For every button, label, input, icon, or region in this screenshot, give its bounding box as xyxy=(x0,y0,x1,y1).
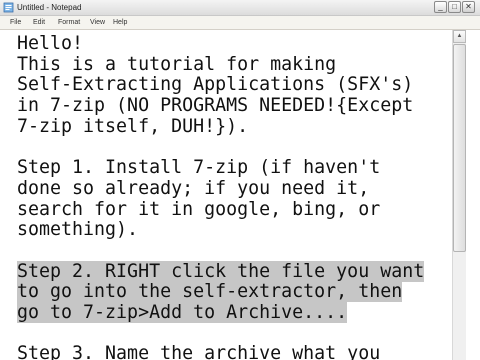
menu-help[interactable]: Help xyxy=(113,17,127,28)
selected-text: Step 2. RIGHT click the file you want xyxy=(17,260,425,282)
text-line[interactable]: go to 7-zip>Add to Archive.... xyxy=(17,301,424,324)
editor-left-margin xyxy=(0,30,14,360)
vertical-scrollbar[interactable]: ▲ xyxy=(452,30,466,360)
scroll-thumb[interactable] xyxy=(453,44,466,252)
selected-text: to go into the self-extractor, then xyxy=(17,281,403,303)
minimize-button[interactable]: _ xyxy=(434,1,447,13)
text-line[interactable]: to go into the self-extractor, then xyxy=(17,281,424,303)
notepad-window: Untitled - Notepad _ □ ✕ File Edit Forma… xyxy=(0,0,480,360)
notepad-icon xyxy=(3,2,14,13)
title-bar[interactable]: Untitled - Notepad _ □ ✕ xyxy=(0,0,480,16)
text-line[interactable]: Step 2. RIGHT click the file you want xyxy=(17,260,425,283)
text-line[interactable] xyxy=(17,241,424,262)
menu-edit[interactable]: Edit xyxy=(33,17,45,28)
text-line[interactable]: Step 3. Name the archive what you xyxy=(17,343,424,360)
text-line[interactable]: in 7-zip (NO PROGRAMS NEEDED!{Except xyxy=(17,95,424,117)
text-line[interactable]: done so already; if you need it, xyxy=(17,177,424,200)
text-line[interactable]: 7-zip itself, DUH!}). xyxy=(17,115,424,138)
line-text: 7-zip itself, DUH!}). xyxy=(17,115,249,137)
text-editor[interactable]: Hello! This is a tutorial for making Self-… xyxy=(14,30,452,360)
text-line[interactable]: This is a tutorial for making xyxy=(17,53,424,76)
line-text: This is a tutorial for making xyxy=(17,53,337,75)
line-text: something). xyxy=(17,219,139,241)
line-text: done so already; if you need it, xyxy=(17,177,370,199)
document-text[interactable]: Hello! This is a tutorial for making Self-… xyxy=(17,33,425,360)
window-title: Untitled - Notepad xyxy=(17,3,82,12)
close-icon: ✕ xyxy=(465,2,472,11)
text-line[interactable]: Self-Extracting Applications (SFX's) xyxy=(17,75,424,96)
text-line[interactable]: Hello! xyxy=(17,33,424,55)
line-text: Step 3. Name the archive what you xyxy=(17,343,381,360)
text-line[interactable]: search for it in google, bing, or xyxy=(17,198,424,221)
close-button[interactable]: ✕ xyxy=(462,1,475,13)
line-text: in 7-zip (NO PROGRAMS NEEDED!{Except xyxy=(17,95,414,117)
maximize-icon: □ xyxy=(452,2,457,11)
menu-bar: File Edit Format View Help xyxy=(0,16,480,30)
menu-file[interactable]: File xyxy=(10,17,21,28)
line-text: Step 1. Install 7-zip (if haven't xyxy=(17,157,381,179)
maximize-button[interactable]: □ xyxy=(448,1,461,13)
text-line[interactable]: Step 1. Install 7-zip (if haven't xyxy=(17,157,424,179)
scroll-up-button[interactable]: ▲ xyxy=(453,30,466,43)
line-text: search for it in google, bing, or xyxy=(17,198,381,220)
arrow-up-icon: ▲ xyxy=(456,33,463,39)
line-text: Self-Extracting Applications (SFX's) xyxy=(17,74,414,96)
line-text: Hello! xyxy=(17,33,84,54)
window-right-edge xyxy=(466,30,480,360)
text-line[interactable] xyxy=(17,137,424,158)
text-line[interactable] xyxy=(17,324,424,345)
menu-view[interactable]: View xyxy=(90,17,105,28)
selected-text: go to 7-zip>Add to Archive.... xyxy=(17,301,348,323)
minimize-icon: _ xyxy=(438,2,443,11)
menu-format[interactable]: Format xyxy=(58,17,80,28)
text-line[interactable]: something). xyxy=(17,219,424,241)
